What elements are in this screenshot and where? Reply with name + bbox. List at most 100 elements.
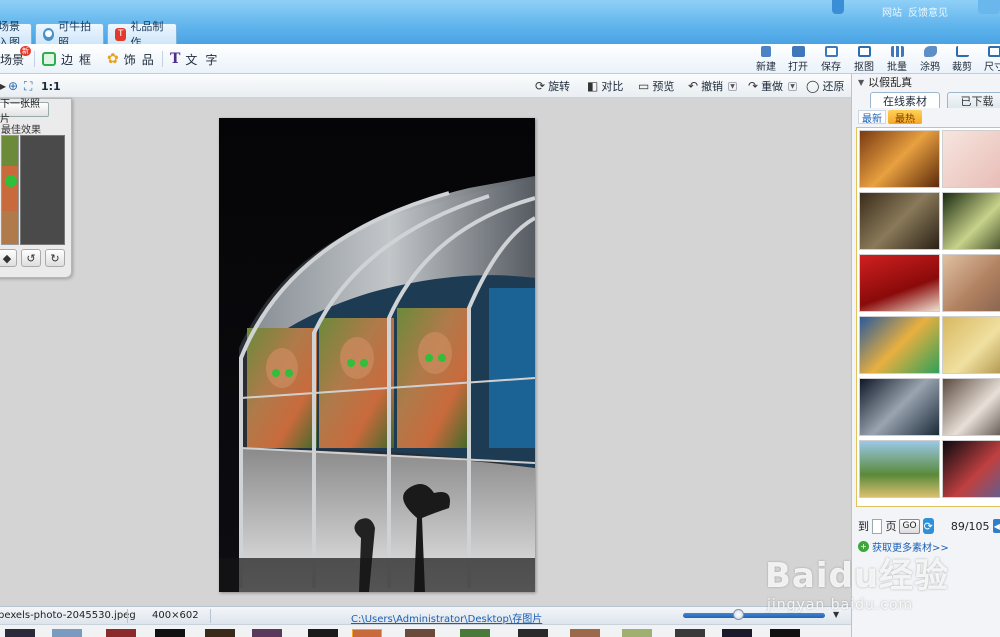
doodle-button[interactable]: 涂鸦 — [914, 46, 946, 73]
effect-thumbnail[interactable] — [20, 135, 65, 245]
material-thumbnail[interactable] — [859, 316, 940, 374]
panel-header: ▼ 以假乱真 — [852, 74, 1000, 90]
new-button[interactable]: 新建 — [750, 46, 782, 73]
original-thumbnail[interactable] — [1, 135, 19, 245]
material-thumbnail[interactable] — [942, 254, 1000, 312]
tab-online[interactable]: 在线素材 — [870, 92, 940, 108]
tab-gift[interactable]: T 礼品制作 — [107, 20, 177, 49]
strip-thumbnail[interactable] — [106, 629, 136, 637]
crop-label: 裁剪 — [952, 62, 972, 73]
material-thumbnail[interactable] — [942, 130, 1000, 188]
border-button[interactable]: 边框 — [42, 49, 97, 69]
skin-icon[interactable] — [832, 0, 844, 14]
strip-thumbnail[interactable] — [518, 629, 548, 637]
strip-thumbnail[interactable] — [205, 629, 235, 637]
preview-button[interactable]: ▭ 预览 — [638, 78, 674, 94]
strip-thumbnail[interactable] — [5, 629, 35, 637]
material-thumbnail[interactable] — [942, 316, 1000, 374]
compare-icon: ◧ — [587, 79, 599, 93]
material-thumbnail[interactable] — [859, 440, 940, 498]
zoom-slider[interactable] — [683, 609, 825, 620]
cutout-button[interactable]: 抠图 — [848, 46, 880, 73]
strip-thumbnail[interactable] — [570, 629, 600, 637]
material-thumbnail[interactable] — [859, 192, 940, 250]
page-input[interactable] — [872, 518, 883, 534]
chevron-down-icon[interactable]: ▼ — [728, 81, 738, 91]
plus-icon: + — [858, 541, 869, 552]
swap-icon[interactable]: ◆ — [0, 249, 17, 267]
zoom-dropdown-icon[interactable]: ▼ — [833, 610, 839, 619]
rotate-right-icon[interactable]: ↻ — [45, 249, 65, 267]
chevron-down-icon[interactable]: ▼ — [788, 81, 798, 91]
minimize-button[interactable] — [978, 0, 1000, 14]
pagination: 到 页 GO ⟳ 89/105 ◀ — [852, 517, 1000, 535]
subtab-hottest[interactable]: 最热 — [888, 110, 922, 125]
rotate-icon: ⟳ — [535, 79, 546, 93]
material-thumbnail[interactable] — [859, 130, 940, 188]
decor-button[interactable]: ✿ 饰品 — [107, 49, 160, 69]
zoom-in-button[interactable]: ⊕ — [8, 78, 18, 94]
rotate-left-icon[interactable]: ↺ — [21, 249, 41, 267]
cutout-icon — [857, 46, 871, 57]
strip-thumbnail[interactable] — [722, 629, 752, 637]
strip-thumbnail[interactable] — [405, 629, 435, 637]
strip-thumbnail[interactable] — [622, 629, 652, 637]
title-bar: 场景入图 ● 可牛拍照 T 礼品制作 网站 反馈意见 — [0, 0, 1000, 49]
cutout-label: 抠图 — [854, 62, 874, 73]
strip-thumbnail[interactable] — [52, 629, 82, 637]
tab-photo-scene[interactable]: 场景入图 — [0, 20, 32, 49]
material-grid — [856, 127, 1000, 507]
material-thumbnail[interactable] — [859, 254, 940, 312]
page-unit-label: 页 — [885, 520, 897, 533]
subtab-latest[interactable]: 最新 — [858, 110, 886, 125]
material-thumbnail[interactable] — [942, 192, 1000, 250]
size-button[interactable]: 尺寸 — [978, 46, 1000, 73]
strip-thumbnail[interactable] — [252, 629, 282, 637]
edited-photo[interactable] — [219, 118, 535, 592]
strip-thumbnail[interactable] — [308, 629, 338, 637]
status-bar: pexels-photo-2045530.jpeg 400×602 C:\Use… — [0, 606, 851, 625]
save-button[interactable]: 保存 — [815, 46, 847, 73]
redo-button[interactable]: ↷ 重做 ▼ — [748, 78, 798, 94]
material-thumbnail[interactable] — [942, 378, 1000, 436]
strip-thumbnail-selected[interactable] — [352, 629, 382, 637]
undo-button[interactable]: ↶ 撤销 ▼ — [688, 78, 738, 94]
site-link[interactable]: 网站 — [882, 4, 902, 19]
tab-camera[interactable]: ● 可牛拍照 — [35, 20, 104, 49]
crop-button[interactable]: 裁剪 — [946, 46, 978, 73]
go-button[interactable]: GO — [899, 518, 920, 534]
photo-illustration — [219, 118, 535, 592]
fit-button[interactable]: ⛶ — [24, 78, 32, 94]
prev-page-icon[interactable]: ◀ — [992, 519, 1000, 533]
zoom-out-button[interactable]: ▸ — [0, 78, 6, 94]
feedback-link[interactable]: 反馈意见 — [908, 4, 948, 19]
collapse-icon[interactable]: ▼ — [858, 78, 864, 87]
zoom-slider-knob[interactable] — [732, 609, 744, 620]
redo-label: 重做 — [761, 80, 784, 93]
status-divider — [127, 609, 128, 623]
rotate-button[interactable]: ⟳ 旋转 — [535, 78, 570, 94]
best-effect-label: 最佳效果 — [1, 125, 41, 136]
resize-icon — [987, 46, 1000, 57]
more-materials-link[interactable]: + 获取更多素材>> — [858, 539, 949, 554]
batch-button[interactable]: 批量 — [881, 46, 913, 73]
new-label: 新建 — [756, 62, 776, 73]
strip-thumbnail[interactable] — [460, 629, 490, 637]
strip-thumbnail[interactable] — [675, 629, 705, 637]
restore-button[interactable]: ◯ 还原 — [806, 78, 844, 94]
actual-size-button[interactable]: 1:1 — [41, 78, 61, 94]
tab-downloaded[interactable]: 已下载 — [947, 92, 1000, 108]
refresh-icon[interactable]: ⟳ — [922, 518, 934, 534]
open-button[interactable]: 打开 — [782, 46, 814, 73]
next-photo-button[interactable]: 下一张照片 — [0, 99, 49, 125]
text-button[interactable]: T 文字 — [170, 49, 225, 69]
fit-icon: ⛶ — [24, 78, 33, 93]
material-thumbnail[interactable] — [942, 440, 1000, 498]
material-thumbnail[interactable] — [859, 378, 940, 436]
undo-icon: ↶ — [688, 79, 699, 93]
compare-button[interactable]: ◧ 对比 — [587, 78, 623, 94]
strip-thumbnail[interactable] — [770, 629, 800, 637]
decor-label: 饰品 — [123, 52, 160, 67]
file-path-link[interactable]: C:\Users\Administrator\Desktop\存图片 — [351, 610, 542, 625]
strip-thumbnail[interactable] — [155, 629, 185, 637]
